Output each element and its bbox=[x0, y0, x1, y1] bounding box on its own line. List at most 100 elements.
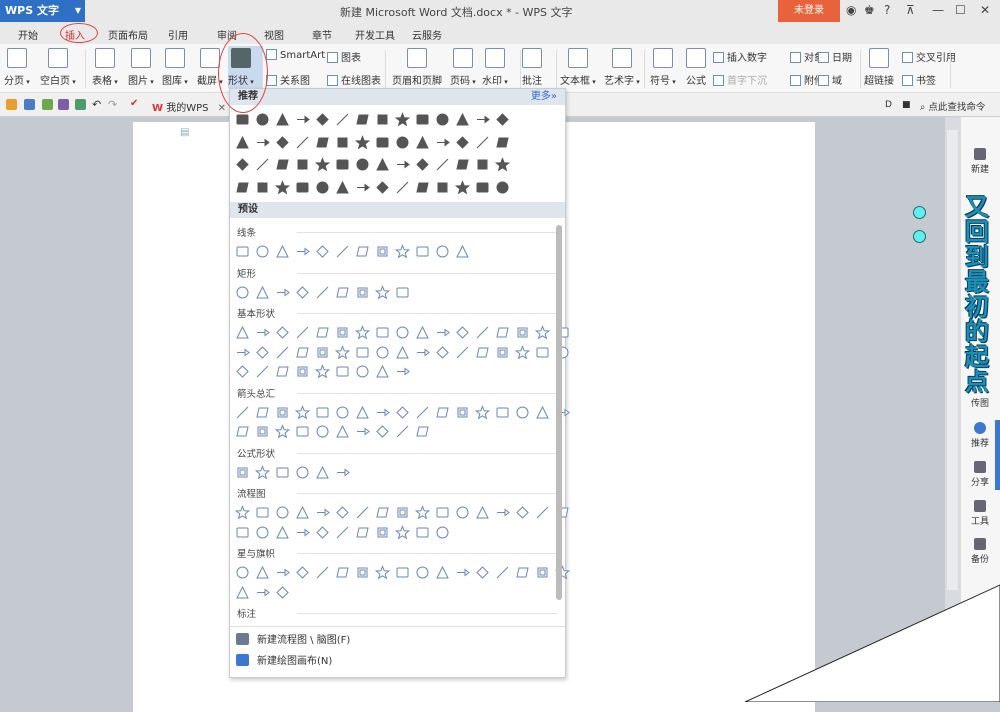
maximize-button[interactable]: ☐ bbox=[955, 3, 966, 17]
shape-icon[interactable] bbox=[295, 135, 310, 150]
shape-icon[interactable] bbox=[395, 424, 410, 439]
shape-icon[interactable] bbox=[355, 134, 370, 150]
shape-icon[interactable] bbox=[255, 325, 270, 340]
shape-icon[interactable] bbox=[335, 157, 350, 172]
shape-icon[interactable] bbox=[255, 135, 270, 150]
shape-icon[interactable] bbox=[395, 345, 410, 360]
ribbon-small-4[interactable]: 插入数字 bbox=[713, 49, 767, 64]
login-button[interactable]: 未登录 bbox=[778, 0, 840, 22]
shape-icon[interactable] bbox=[235, 135, 250, 150]
shape-icon[interactable] bbox=[495, 405, 510, 420]
skin-icon[interactable]: ◉ bbox=[846, 3, 856, 17]
shape-icon[interactable] bbox=[355, 345, 370, 360]
shape-icon[interactable] bbox=[315, 364, 330, 379]
tab-2[interactable]: 页面布局 bbox=[108, 27, 148, 42]
shape-icon[interactable] bbox=[275, 157, 290, 172]
redo-icon[interactable]: ↷ bbox=[108, 98, 117, 111]
shape-icon[interactable] bbox=[295, 157, 310, 172]
ribbon-small-10[interactable]: 交叉引用 bbox=[902, 49, 956, 64]
shape-icon[interactable] bbox=[355, 180, 370, 195]
shape-icon[interactable] bbox=[455, 135, 470, 150]
shape-icon[interactable] bbox=[315, 505, 330, 520]
shape-icon[interactable] bbox=[495, 345, 510, 360]
shape-icon[interactable] bbox=[535, 325, 550, 340]
tab-3[interactable]: 引用 bbox=[168, 27, 188, 42]
ribbon-small-0[interactable]: SmartArt bbox=[266, 49, 325, 61]
shape-icon[interactable] bbox=[275, 405, 290, 420]
open-icon[interactable] bbox=[6, 99, 17, 110]
shape-icon[interactable] bbox=[415, 112, 430, 127]
ribbon-14[interactable]: 公式 bbox=[686, 44, 706, 87]
shape-icon[interactable] bbox=[235, 565, 250, 580]
shape-icon[interactable] bbox=[335, 465, 350, 480]
handle-dot[interactable] bbox=[913, 230, 926, 243]
shape-icon[interactable] bbox=[335, 405, 350, 420]
shape-icon[interactable] bbox=[515, 405, 530, 420]
shape-icon[interactable] bbox=[235, 505, 250, 520]
ribbon-13[interactable]: 符号 ▾ bbox=[650, 44, 676, 87]
shape-icon[interactable] bbox=[335, 424, 350, 439]
shape-icon[interactable] bbox=[395, 405, 410, 420]
pin-icon[interactable]: ✔ bbox=[130, 98, 138, 109]
shape-icon[interactable] bbox=[375, 244, 390, 259]
sidebar-share[interactable]: 分享 bbox=[960, 461, 1000, 488]
shape-icon[interactable] bbox=[395, 112, 410, 127]
ribbon-2[interactable]: 表格 ▾ bbox=[92, 44, 118, 87]
shape-icon[interactable] bbox=[515, 565, 530, 580]
ribbon-small-3[interactable]: 在线图表 bbox=[327, 72, 381, 87]
shape-icon[interactable] bbox=[515, 344, 530, 360]
shape-icon[interactable] bbox=[455, 565, 470, 580]
shape-icon[interactable] bbox=[395, 135, 410, 150]
shape-icon[interactable] bbox=[375, 135, 390, 150]
shirt-icon[interactable]: ♚ bbox=[864, 3, 875, 17]
shape-icon[interactable] bbox=[315, 180, 330, 195]
shape-icon[interactable] bbox=[255, 345, 270, 360]
shape-icon[interactable] bbox=[395, 325, 410, 340]
shape-icon[interactable] bbox=[415, 244, 430, 259]
new-flowchart-item[interactable]: 新建流程图 \ 脑图(F) bbox=[236, 631, 350, 646]
shape-icon[interactable] bbox=[315, 565, 330, 580]
tab-5[interactable]: 视图 bbox=[264, 27, 284, 42]
shape-icon[interactable] bbox=[375, 565, 390, 580]
shape-icon[interactable] bbox=[375, 505, 390, 520]
shape-icon[interactable] bbox=[315, 424, 330, 439]
shape-icon[interactable] bbox=[495, 565, 510, 580]
shape-icon[interactable] bbox=[275, 505, 290, 520]
shape-icon[interactable] bbox=[375, 284, 390, 300]
shape-icon[interactable] bbox=[415, 525, 430, 540]
shape-icon[interactable] bbox=[395, 244, 410, 259]
shape-icon[interactable] bbox=[335, 505, 350, 520]
shape-icon[interactable] bbox=[235, 157, 250, 172]
shape-icon[interactable] bbox=[275, 424, 290, 439]
shape-icon[interactable] bbox=[355, 405, 370, 420]
shape-icon[interactable] bbox=[315, 157, 330, 172]
wps-app-menu[interactable]: WPS 文字 ▼ bbox=[0, 0, 85, 22]
shape-icon[interactable] bbox=[255, 585, 270, 600]
shape-icon[interactable] bbox=[435, 112, 450, 127]
shape-icon[interactable] bbox=[275, 465, 290, 480]
shape-icon[interactable] bbox=[415, 565, 430, 580]
shape-icon[interactable] bbox=[335, 344, 350, 360]
shape-icon[interactable] bbox=[375, 424, 390, 439]
shape-icon[interactable] bbox=[315, 244, 330, 259]
sidebar-upload-image[interactable]: 传图 bbox=[960, 396, 1000, 409]
shape-icon[interactable] bbox=[295, 404, 310, 420]
shape-icon[interactable] bbox=[375, 180, 390, 195]
shape-icon[interactable] bbox=[295, 505, 310, 520]
shape-icon[interactable] bbox=[395, 524, 410, 540]
ribbon-1[interactable]: 空白页 ▾ bbox=[40, 44, 76, 87]
shape-icon[interactable] bbox=[255, 180, 270, 195]
shape-icon[interactable] bbox=[275, 565, 290, 580]
shape-icon[interactable] bbox=[415, 505, 430, 520]
shape-icon[interactable] bbox=[335, 112, 350, 127]
shape-icon[interactable] bbox=[475, 505, 490, 520]
new-canvas-item[interactable]: 新建绘图画布(N) bbox=[236, 652, 332, 667]
shape-icon[interactable] bbox=[475, 135, 490, 150]
shape-icon[interactable] bbox=[235, 525, 250, 540]
shape-icon[interactable] bbox=[395, 180, 410, 195]
ribbon-small-7[interactable]: 首字下沉 bbox=[713, 72, 767, 87]
undo-icon[interactable]: ↶ bbox=[92, 98, 101, 111]
shape-icon[interactable] bbox=[255, 157, 270, 172]
sidebar-collapse-tab[interactable] bbox=[995, 420, 1000, 490]
print-icon[interactable] bbox=[58, 99, 69, 110]
